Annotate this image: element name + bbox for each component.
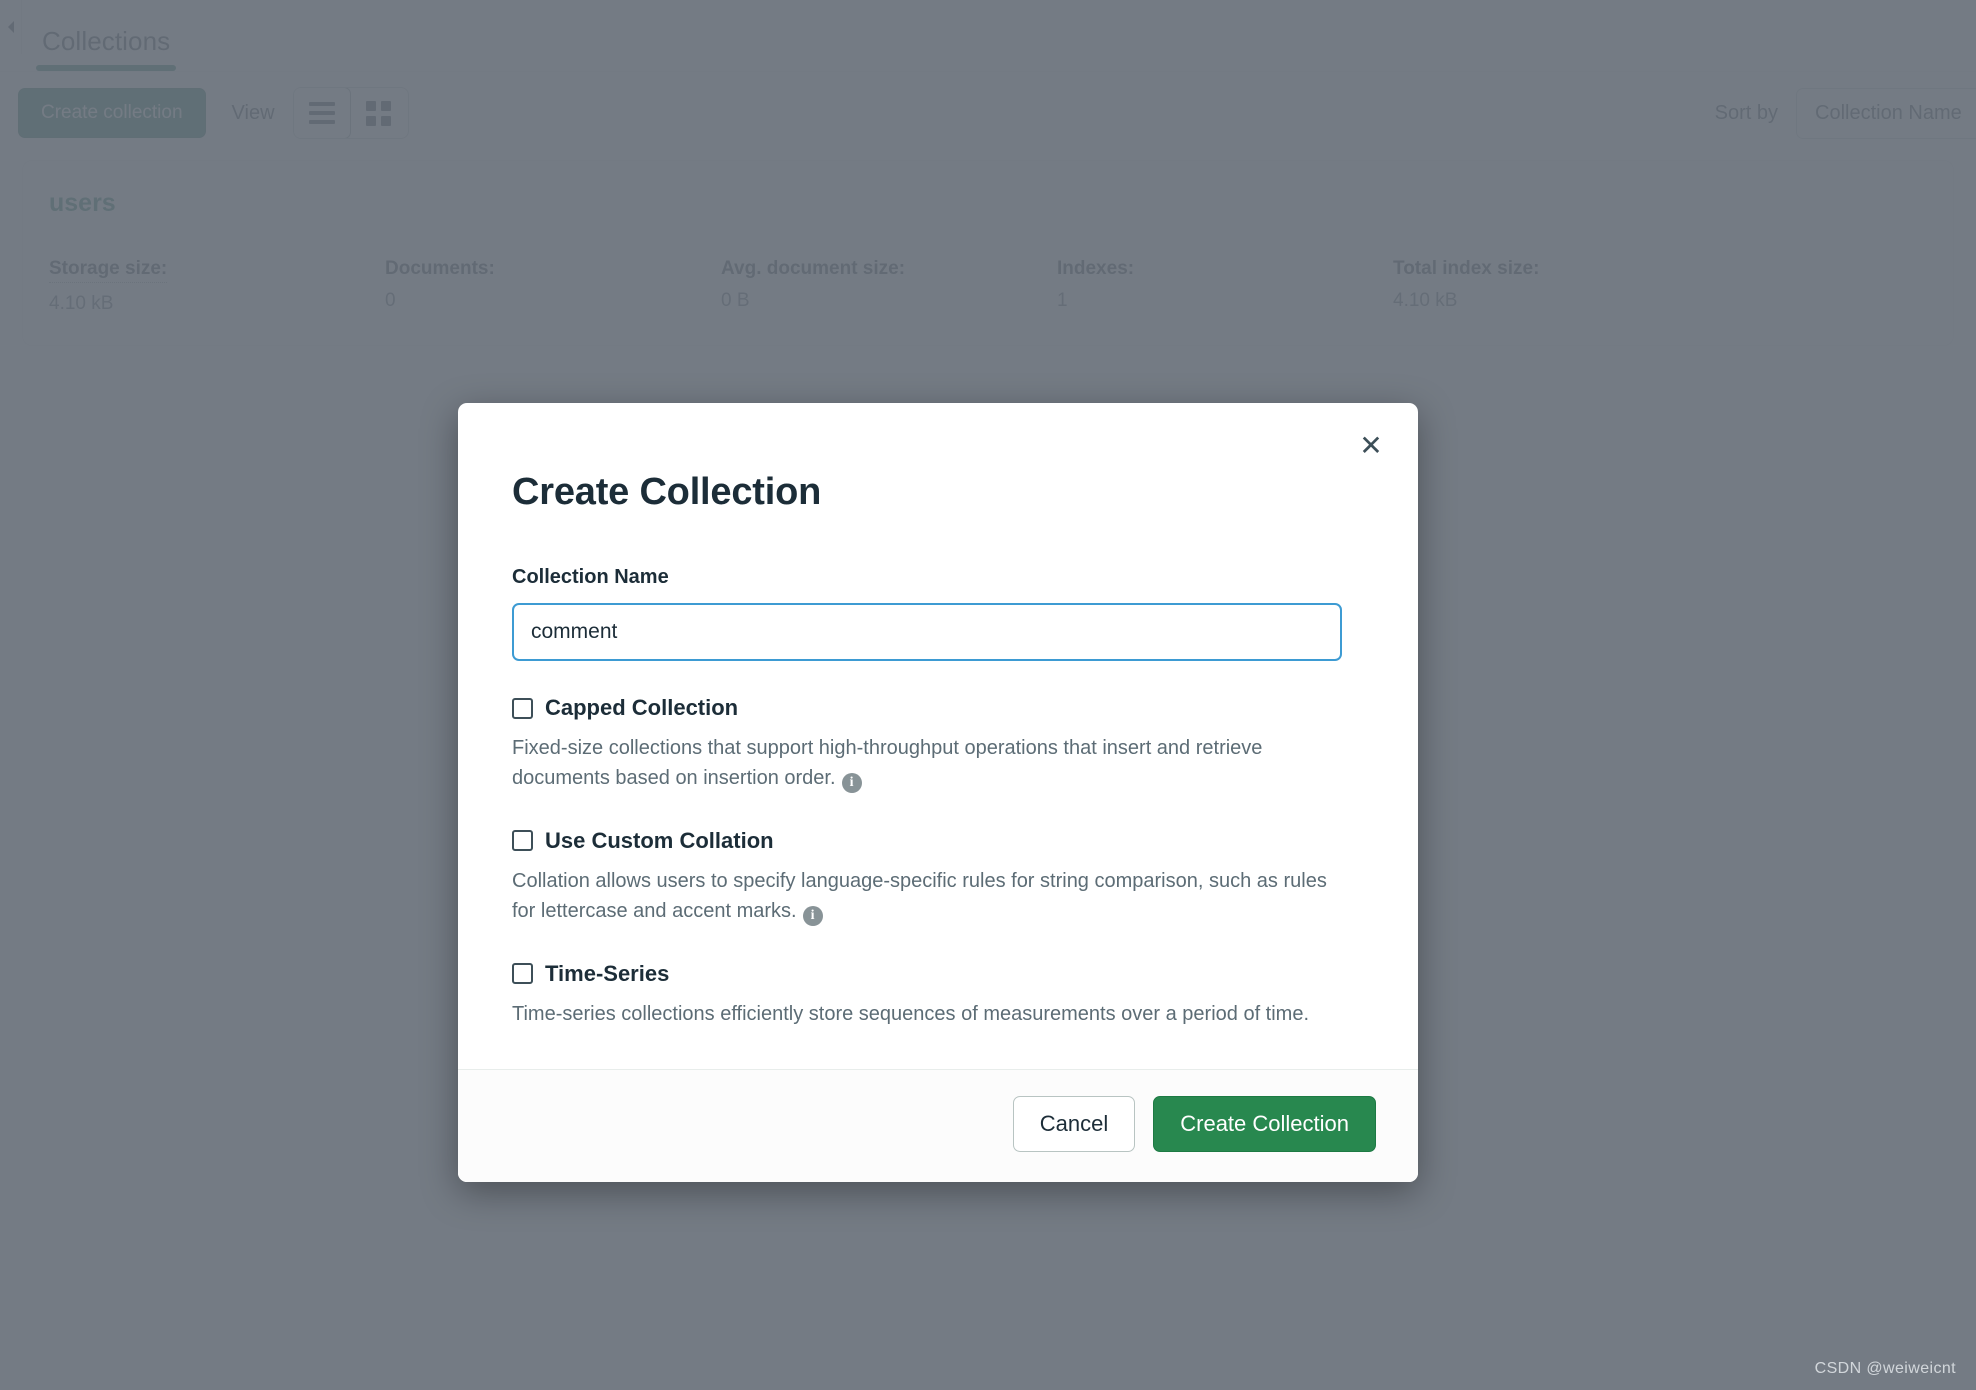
close-icon[interactable]: ✕ bbox=[1354, 429, 1388, 463]
capped-collection-checkbox[interactable] bbox=[512, 698, 533, 719]
time-series-checkbox[interactable] bbox=[512, 963, 533, 984]
option-title[interactable]: Capped Collection bbox=[545, 695, 738, 721]
option-title[interactable]: Use Custom Collation bbox=[545, 828, 774, 854]
option-description: Fixed-size collections that support high… bbox=[512, 733, 1352, 794]
create-collection-modal: ✕ Create Collection Collection Name Capp… bbox=[458, 403, 1418, 1182]
option-header: Use Custom Collation bbox=[512, 828, 1364, 854]
option-title[interactable]: Time-Series bbox=[545, 961, 669, 987]
modal-title: Create Collection bbox=[512, 471, 1364, 514]
app-root: Collections Create collection View Sort … bbox=[0, 0, 1976, 1390]
option-description: Collation allows users to specify langua… bbox=[512, 866, 1352, 927]
info-icon[interactable]: i bbox=[803, 906, 823, 926]
collection-name-input[interactable] bbox=[512, 603, 1342, 661]
option-header: Capped Collection bbox=[512, 695, 1364, 721]
option-description-text: Collation allows users to specify langua… bbox=[512, 870, 1327, 922]
option-description-text: Time-series collections efficiently stor… bbox=[512, 1003, 1309, 1025]
option-header: Time-Series bbox=[512, 961, 1364, 987]
option-capped-collection: Capped Collection Fixed-size collections… bbox=[512, 695, 1364, 794]
modal-body: Create Collection Collection Name Capped… bbox=[458, 403, 1418, 1069]
cancel-button[interactable]: Cancel bbox=[1013, 1096, 1135, 1152]
option-description-text: Fixed-size collections that support high… bbox=[512, 737, 1262, 789]
watermark: CSDN @weiweicnt bbox=[1815, 1360, 1956, 1378]
option-description: Time-series collections efficiently stor… bbox=[512, 999, 1352, 1029]
option-time-series: Time-Series Time-series collections effi… bbox=[512, 961, 1364, 1029]
option-use-custom-collation: Use Custom Collation Collation allows us… bbox=[512, 828, 1364, 927]
modal-footer: Cancel Create Collection bbox=[458, 1069, 1418, 1182]
submit-create-collection-button[interactable]: Create Collection bbox=[1153, 1096, 1376, 1152]
info-icon[interactable]: i bbox=[842, 773, 862, 793]
collection-name-label: Collection Name bbox=[512, 566, 1364, 589]
use-custom-collation-checkbox[interactable] bbox=[512, 830, 533, 851]
